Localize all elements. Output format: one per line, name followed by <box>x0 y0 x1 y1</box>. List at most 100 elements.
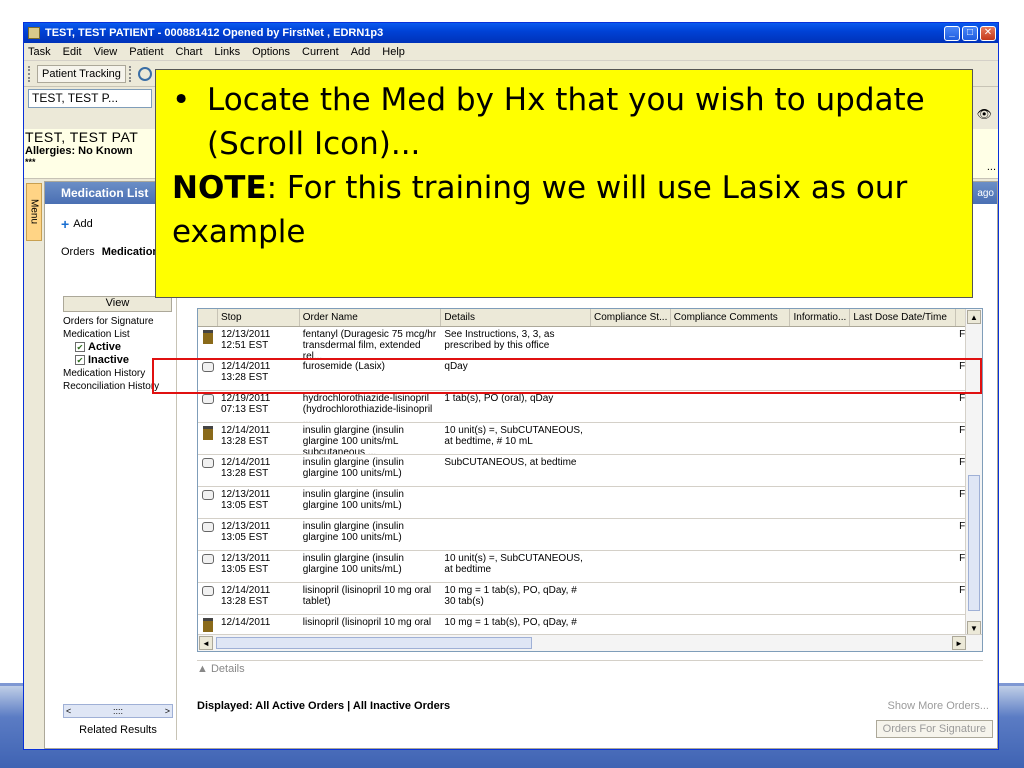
binoculars-icon[interactable]: 👁 <box>977 107 992 121</box>
nav-active[interactable]: ✔ Active <box>59 341 176 354</box>
bottle-icon <box>202 330 213 344</box>
row-last-dose <box>850 455 956 486</box>
column-order-name[interactable]: Order Name <box>300 309 442 326</box>
related-results-button[interactable]: Related Results <box>63 724 173 736</box>
nav-medication-list[interactable]: Medication List <box>59 328 176 341</box>
row-compliance-status <box>591 551 671 582</box>
menu-links[interactable]: Links <box>214 46 240 58</box>
menu-task[interactable]: Task <box>28 46 51 58</box>
row-order-name: insulin glargine (insulin glargine 100 u… <box>302 553 404 575</box>
menu-help[interactable]: Help <box>382 46 405 58</box>
tabs-row: Orders Medication <box>61 246 159 258</box>
callout-note-label: NOTE <box>172 170 267 206</box>
column-compliance-comments[interactable]: Compliance Comments <box>671 309 791 326</box>
row-icon-cell <box>198 423 218 454</box>
row-compliance-status <box>591 327 671 358</box>
table-row[interactable]: 12/14/2011 13:28 EST insulin glargine (in… <box>198 455 982 487</box>
menu-side-tab[interactable]: Menu <box>26 183 42 241</box>
grid-scroll-down[interactable]: ▼ <box>967 621 981 635</box>
scroll-icon <box>201 522 214 532</box>
row-last-dose <box>850 327 956 358</box>
row-compliance-status <box>591 487 671 518</box>
banner-more[interactable]: ... <box>987 161 996 173</box>
patient-search-field[interactable]: TEST, TEST P... <box>28 88 152 108</box>
table-row[interactable]: 12/14/2011 13:28 EST insulin glargine (in… <box>198 423 982 455</box>
add-button-label: Add <box>73 218 93 230</box>
nav-orders-for-signature[interactable]: Orders for Signature <box>59 315 176 328</box>
nav-view-button[interactable]: View <box>63 296 172 312</box>
active-checkbox[interactable]: ✔ <box>75 342 85 352</box>
menu-current[interactable]: Current <box>302 46 339 58</box>
menu-options[interactable]: Options <box>252 46 290 58</box>
nav-scroll-right[interactable]: > <box>165 706 170 716</box>
row-details <box>441 487 591 518</box>
table-row[interactable]: 12/13/2011 13:05 EST insulin glargine (in… <box>198 551 982 583</box>
orders-for-signature-button[interactable]: Orders For Signature <box>875 720 993 738</box>
show-more-orders-link[interactable]: Show More Orders... <box>888 700 989 712</box>
toolbar-grip-2[interactable] <box>128 65 135 82</box>
add-button[interactable]: + Add <box>61 216 93 232</box>
minimize-button[interactable]: _ <box>944 25 960 41</box>
row-details: 10 unit(s) =, SubCUTANEOUS, at bedtime, … <box>444 425 583 447</box>
row-details: SubCUTANEOUS, at bedtime <box>444 457 577 468</box>
row-order-name: insulin glargine (insulin glargine 100 u… <box>302 521 404 543</box>
grid-scroll-left[interactable]: ◄ <box>199 636 213 650</box>
table-row[interactable]: 12/19/2011 07:13 EST hydrochlorothiazide-… <box>198 391 982 423</box>
menu-chart[interactable]: Chart <box>176 46 203 58</box>
menu-view[interactable]: View <box>94 46 118 58</box>
maximize-button[interactable]: □ <box>962 25 978 41</box>
row-last-dose <box>850 487 956 518</box>
nav-inactive-label: Inactive <box>88 354 129 366</box>
column-icon[interactable] <box>198 309 218 326</box>
row-compliance-status <box>591 583 671 614</box>
table-row[interactable]: 12/13/2011 13:05 EST insulin glargine (in… <box>198 519 982 551</box>
details-toggle[interactable]: ▲ Details <box>197 660 983 676</box>
callout-note: NOTE: For this training we will use Lasi… <box>172 166 956 254</box>
menu-edit[interactable]: Edit <box>63 46 82 58</box>
menu-add[interactable]: Add <box>351 46 371 58</box>
tab-orders[interactable]: Orders <box>61 246 95 258</box>
row-information <box>790 583 850 614</box>
grid-scroll-right[interactable]: ► <box>952 636 966 650</box>
grid-hscroll-thumb[interactable] <box>216 637 532 649</box>
close-button[interactable]: ✕ <box>980 25 996 41</box>
row-compliance-status <box>591 455 671 486</box>
row-details: 10 mg = 1 tab(s), PO, qDay, # 30 tab(s) <box>444 585 577 607</box>
menu-patient[interactable]: Patient <box>129 46 163 58</box>
grid-scroll-up[interactable]: ▲ <box>967 310 981 324</box>
row-compliance-comments <box>671 455 791 486</box>
tab-medication[interactable]: Medication <box>102 246 159 258</box>
title-bar[interactable]: TEST, TEST PATIENT - 000881412 Opened by… <box>24 23 998 43</box>
nav-scroll-thumb[interactable]: :::: <box>113 706 123 716</box>
row-icon-cell <box>198 487 218 518</box>
column-compliance-status[interactable]: Compliance St... <box>591 309 671 326</box>
grid-horizontal-scrollbar[interactable]: ◄ ► <box>198 634 982 651</box>
column-stop[interactable]: Stop <box>218 309 300 326</box>
app-icon <box>28 27 40 39</box>
row-stop: 12/14/2011 13:28 EST <box>220 457 271 479</box>
column-information[interactable]: Informatio... <box>790 309 851 326</box>
toolbar-grip[interactable] <box>28 65 34 82</box>
row-icon-cell <box>198 551 218 582</box>
column-details[interactable]: Details <box>441 309 591 326</box>
table-row[interactable]: 12/14/2011 13:28 EST lisinopril (lisinopr… <box>198 583 982 615</box>
table-row[interactable]: 12/13/2011 12:51 EST fentanyl (Duragesic … <box>198 327 982 359</box>
chevron-up-icon: ▲ <box>197 663 211 675</box>
patient-tracking-button[interactable]: Patient Tracking <box>37 64 126 83</box>
row-order-name: insulin glargine (insulin glargine 100 u… <box>302 489 404 511</box>
nav-scroll-left[interactable]: < <box>66 706 71 716</box>
row-order-name: lisinopril (lisinopril 10 mg oral tablet… <box>302 585 432 607</box>
inactive-checkbox[interactable]: ✔ <box>75 355 85 365</box>
row-stop: 12/13/2011 13:05 EST <box>220 489 271 511</box>
table-row[interactable]: 12/13/2011 13:05 EST insulin glargine (in… <box>198 487 982 519</box>
row-information <box>790 423 850 454</box>
grid-vscroll-thumb[interactable] <box>968 475 980 611</box>
column-last-dose[interactable]: Last Dose Date/Time <box>850 309 957 326</box>
row-icon-cell <box>198 391 218 422</box>
row-stop: 12/14/2011 13:28 EST <box>220 585 271 607</box>
nav-horizontal-scrollbar[interactable]: < :::: > <box>63 704 173 718</box>
row-stop: 12/19/2011 07:13 EST <box>220 393 271 415</box>
row-order-name: insulin glargine (insulin glargine 100 u… <box>302 457 404 479</box>
search-icon[interactable] <box>137 66 152 81</box>
callout-line1: Locate the Med by Hx that you wish to up… <box>207 82 925 162</box>
